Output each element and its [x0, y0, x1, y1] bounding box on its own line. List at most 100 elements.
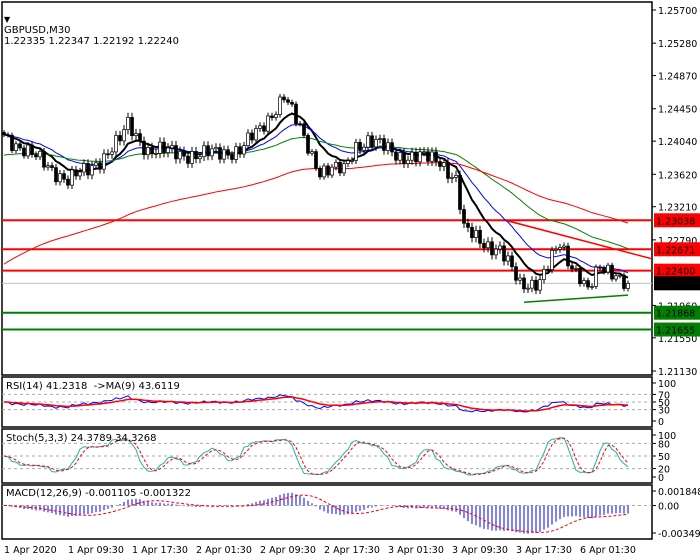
candle-body — [214, 147, 218, 150]
price-tick-label: 1.23620 — [658, 170, 697, 181]
time-label: 3 Apr 09:30 — [452, 545, 508, 556]
candle-body — [134, 133, 138, 136]
candle-body — [38, 150, 42, 158]
candle-body — [182, 150, 186, 157]
candle-body — [430, 151, 434, 162]
candle-body — [622, 274, 626, 289]
candle-body — [34, 154, 38, 158]
chart-canvas[interactable]: 1.25700 1.25280 1.24870 1.24450 1.24040 1.236… — [0, 0, 700, 560]
candle-body — [462, 209, 466, 224]
candle-body — [146, 147, 150, 156]
chart-title: ▼ GBPUSD,M30 1.22335 1.22347 1.22192 1.2… — [4, 3, 179, 47]
candle-body — [582, 280, 586, 285]
candle-body — [142, 140, 146, 156]
candle-body — [106, 153, 110, 156]
candle-body — [194, 151, 198, 160]
candle-body — [546, 268, 550, 271]
level-price-label: 1.23038 — [656, 216, 695, 227]
price-tick-label: 1.24870 — [658, 72, 697, 83]
candle-body — [286, 99, 290, 103]
candle-body — [110, 151, 114, 155]
candle-body — [162, 141, 166, 153]
candle-body — [482, 242, 486, 249]
md-tick-label: -0.003492 — [658, 529, 700, 540]
candle-body — [590, 285, 594, 288]
time-label: 3 Apr 01:30 — [388, 545, 444, 556]
candle-body — [498, 245, 502, 250]
candle-body — [518, 277, 522, 281]
time-label: 3 Apr 17:30 — [516, 545, 572, 556]
level-price-label: 1.21868 — [656, 309, 695, 320]
candle-body — [274, 114, 278, 118]
candle-body — [418, 151, 422, 163]
price-tick-label: 1.24040 — [658, 137, 697, 148]
candle-body — [410, 151, 414, 161]
candle-body — [118, 135, 122, 142]
candle-body — [226, 149, 230, 156]
candle-body — [166, 147, 170, 153]
dropdown-triangle-icon[interactable]: ▼ — [4, 15, 10, 24]
trend-line — [507, 220, 653, 260]
price-tick-label: 1.23210 — [658, 203, 697, 214]
candle-body — [502, 245, 506, 262]
candle-body — [54, 167, 58, 183]
candle-body — [438, 161, 442, 167]
candle-body — [366, 135, 370, 148]
candle-body — [394, 151, 398, 161]
candle-body — [198, 156, 202, 160]
candle-body — [602, 267, 606, 273]
candle-body — [554, 248, 558, 251]
candle-body — [422, 151, 426, 154]
candle-body — [598, 266, 602, 269]
candle-body — [586, 280, 590, 288]
current-price-label: 1.22240 — [656, 279, 695, 290]
candle-body — [6, 134, 10, 137]
candle-body — [406, 159, 410, 164]
md-tick-label: 0.001848 — [658, 487, 700, 498]
candle-body — [250, 132, 254, 141]
candle-body — [206, 145, 210, 157]
candle-body — [534, 279, 538, 291]
candle-body — [458, 175, 462, 210]
candle-body — [450, 177, 454, 179]
candle-body — [222, 149, 226, 160]
candle-body — [138, 133, 142, 142]
candle-body — [542, 268, 546, 281]
time-label: 2 Apr 01:30 — [196, 545, 252, 556]
candle-body — [398, 152, 402, 161]
candle-body — [282, 96, 286, 101]
candle-body — [434, 151, 438, 162]
candle-body — [574, 267, 578, 270]
candle-body — [342, 163, 346, 174]
st-tick-label: 80 — [658, 439, 670, 450]
candle-body — [302, 123, 306, 136]
candle-body — [258, 125, 262, 129]
candle-body — [46, 165, 50, 168]
candle-body — [254, 128, 258, 141]
price-tick-label: 1.25280 — [658, 39, 697, 50]
candle-body — [230, 154, 234, 160]
candle-body — [350, 160, 354, 162]
candle-body — [618, 274, 622, 277]
candle-body — [538, 279, 542, 291]
candle-body — [562, 245, 566, 248]
candle-body — [494, 248, 498, 256]
candle-body — [262, 125, 266, 132]
candle-body — [314, 151, 318, 169]
candle-body — [82, 163, 86, 173]
candle-body — [42, 150, 46, 168]
candle-body — [362, 146, 366, 151]
price-tick-label: 1.25700 — [658, 6, 697, 17]
candle-body — [50, 165, 54, 168]
candle-body — [510, 255, 514, 268]
candle-body — [386, 142, 390, 151]
time-label: 1 Apr 2020 — [4, 545, 57, 556]
candle-body — [442, 162, 446, 167]
st-tick-label: 50 — [658, 452, 670, 463]
candle-body — [234, 146, 238, 160]
candle-body — [58, 173, 62, 183]
candle-body — [170, 145, 174, 149]
candle-body — [238, 146, 242, 155]
time-label: 2 Apr 17:30 — [324, 545, 380, 556]
candle-body — [310, 151, 314, 154]
